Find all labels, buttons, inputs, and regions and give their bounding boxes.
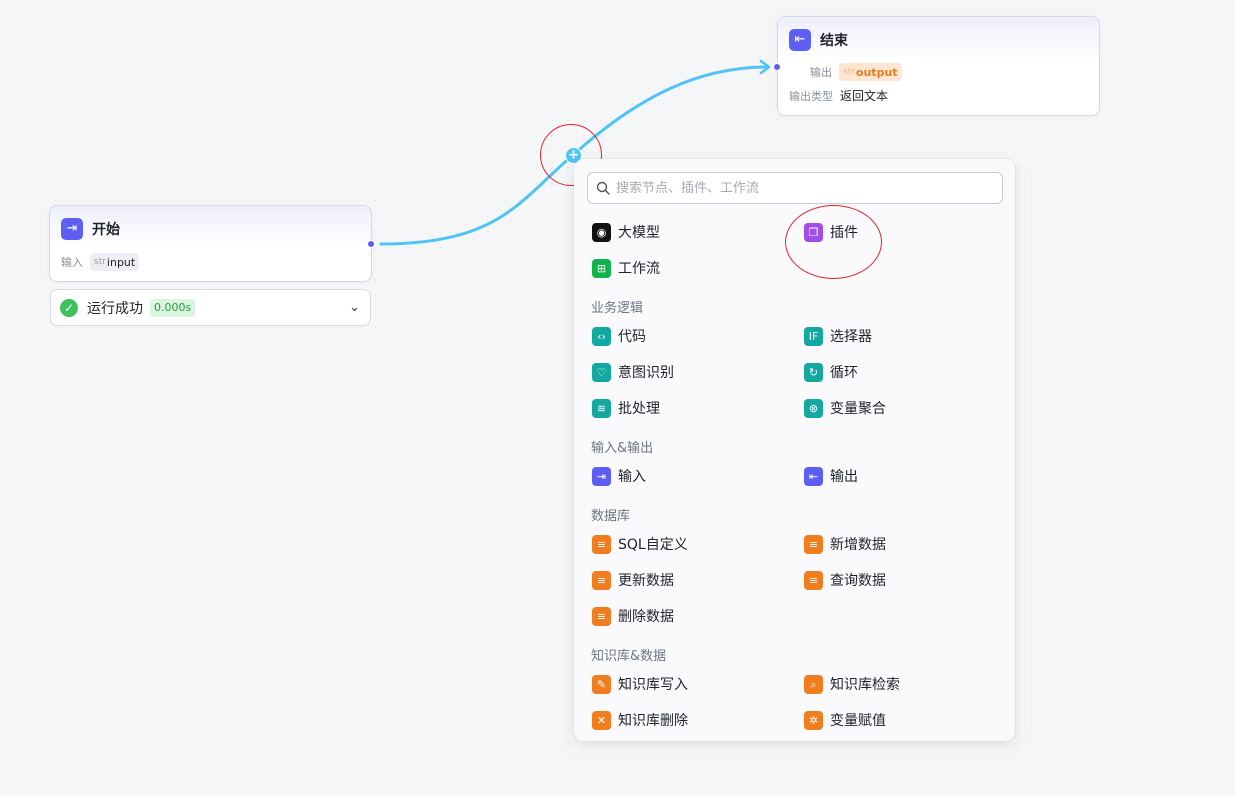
kb-write-icon: ✎ <box>592 674 611 694</box>
node-item-label: 查询数据 <box>830 573 886 589</box>
section-title-knowledge: 知识库&数据 <box>591 649 667 664</box>
output-label: 输出 <box>810 66 832 79</box>
if-icon: IF <box>804 326 823 346</box>
output-variable-name: output <box>855 65 898 79</box>
node-item-label: 批处理 <box>618 401 660 417</box>
output-variable-tag: str output <box>839 63 902 81</box>
type-str-label: str <box>843 67 855 77</box>
node-item-label: 删除数据 <box>618 609 674 625</box>
node-item-label: 新增数据 <box>830 537 886 553</box>
input-variable-tag: str input <box>90 253 140 271</box>
login-icon: ⇥ <box>61 218 83 240</box>
kb-delete-icon: ✕ <box>592 710 611 730</box>
node-item-label: 更新数据 <box>618 573 674 589</box>
end-node[interactable]: ⇤ 结束 输出 str output 输出类型 返回文本 <box>773 16 1100 116</box>
input-label: 输入 <box>61 256 83 269</box>
logout-icon: ⇤ <box>789 29 811 51</box>
node-item-selector[interactable]: IF 选择器 <box>804 325 872 347</box>
node-item-label: 循环 <box>830 365 858 381</box>
node-item-variable-assign[interactable]: ✲ 变量赋值 <box>804 709 886 731</box>
plugin-cube-icon: ❒ <box>804 222 823 242</box>
start-output-port[interactable] <box>367 240 375 248</box>
node-item-label: 知识库写入 <box>618 677 688 693</box>
search-input[interactable] <box>616 180 996 196</box>
code-icon: ‹› <box>592 326 611 346</box>
node-picker-panel: ◉ 大模型 ❒ 插件 ⊞ 工作流 业务逻辑 ‹› 代码 IF 选择器 ♡ 意图识… <box>574 159 1015 741</box>
input-icon: ⇥ <box>592 466 611 486</box>
node-item-label: 代码 <box>618 329 646 345</box>
output-icon: ⇤ <box>804 466 823 486</box>
node-item-db-query[interactable]: ≡ 查询数据 <box>804 569 886 591</box>
node-item-kb-write[interactable]: ✎ 知识库写入 <box>592 673 688 695</box>
search-icon <box>596 181 610 195</box>
node-item-workflow[interactable]: ⊞ 工作流 <box>592 257 660 279</box>
end-input-port[interactable] <box>773 63 781 71</box>
node-item-label: SQL自定义 <box>618 537 688 553</box>
batch-icon: ≋ <box>592 398 611 418</box>
end-node-title: 结束 <box>820 33 848 49</box>
node-item-loop[interactable]: ↻ 循环 <box>804 361 858 383</box>
node-item-plugin[interactable]: ❒ 插件 <box>804 221 858 243</box>
intent-icon: ♡ <box>592 362 611 382</box>
node-item-label: 意图识别 <box>618 365 674 381</box>
node-item-kb-search[interactable]: ⌕ 知识库检索 <box>804 673 900 695</box>
kb-search-icon: ⌕ <box>804 674 823 694</box>
section-title-logic: 业务逻辑 <box>591 301 644 316</box>
node-item-db-update[interactable]: ≡ 更新数据 <box>592 569 674 591</box>
loop-icon: ↻ <box>804 362 823 382</box>
node-item-label: 知识库检索 <box>830 677 900 693</box>
node-item-label: 插件 <box>830 225 858 241</box>
variable-assign-icon: ✲ <box>804 710 823 730</box>
node-item-label: 工作流 <box>618 261 660 277</box>
database-query-icon: ≡ <box>804 570 823 590</box>
node-item-code[interactable]: ‹› 代码 <box>592 325 646 347</box>
node-item-output[interactable]: ⇤ 输出 <box>804 465 858 487</box>
node-item-intent[interactable]: ♡ 意图识别 <box>592 361 674 383</box>
start-node-title: 开始 <box>92 222 120 238</box>
end-output-row: 输出 str output <box>789 63 1099 81</box>
node-item-label: 选择器 <box>830 329 872 345</box>
node-item-label: 输出 <box>830 469 858 485</box>
end-node-header: ⇤ 结束 <box>789 29 1099 51</box>
node-item-llm[interactable]: ◉ 大模型 <box>592 221 660 243</box>
node-item-input[interactable]: ⇥ 输入 <box>592 465 646 487</box>
node-item-db-delete[interactable]: ≡ 删除数据 <box>592 605 674 627</box>
database-update-icon: ≡ <box>592 570 611 590</box>
run-time-badge: 0.000s <box>150 298 196 317</box>
run-status-label: 运行成功 <box>87 300 143 317</box>
search-box[interactable] <box>587 172 1003 204</box>
database-add-icon: ≡ <box>804 534 823 554</box>
output-type-value: 返回文本 <box>840 89 889 103</box>
end-output-type-row: 输出类型 返回文本 <box>789 87 1099 104</box>
node-item-aggregate[interactable]: ⊗ 变量聚合 <box>804 397 886 419</box>
database-icon: ≡ <box>592 534 611 554</box>
section-title-database: 数据库 <box>591 509 631 524</box>
start-node[interactable]: ⇥ 开始 输入 str input <box>49 205 375 282</box>
output-type-label: 输出类型 <box>789 89 833 103</box>
start-input-row: 输入 str input <box>61 253 371 271</box>
chevron-down-icon[interactable]: ⌄ <box>349 300 360 315</box>
success-check-icon: ✓ <box>60 298 78 317</box>
workflow-icon: ⊞ <box>592 258 611 278</box>
run-status-bar[interactable]: ✓ 运行成功 0.000s ⌄ <box>50 289 371 326</box>
node-item-batch[interactable]: ≋ 批处理 <box>592 397 660 419</box>
node-item-label: 知识库删除 <box>618 713 688 729</box>
llm-icon: ◉ <box>592 222 611 242</box>
node-item-kb-delete[interactable]: ✕ 知识库删除 <box>592 709 688 731</box>
node-item-label: 变量赋值 <box>830 713 886 729</box>
section-title-io: 输入&输出 <box>591 441 654 456</box>
node-item-label: 大模型 <box>618 225 660 241</box>
start-node-header: ⇥ 开始 <box>61 218 371 240</box>
node-item-label: 输入 <box>618 469 646 485</box>
node-item-db-add[interactable]: ≡ 新增数据 <box>804 533 886 555</box>
input-variable-name: input <box>106 255 136 269</box>
node-item-sql[interactable]: ≡ SQL自定义 <box>592 533 688 555</box>
type-str-label: str <box>94 257 106 267</box>
database-delete-icon: ≡ <box>592 606 611 626</box>
aggregate-icon: ⊗ <box>804 398 823 418</box>
node-item-label: 变量聚合 <box>830 401 886 417</box>
